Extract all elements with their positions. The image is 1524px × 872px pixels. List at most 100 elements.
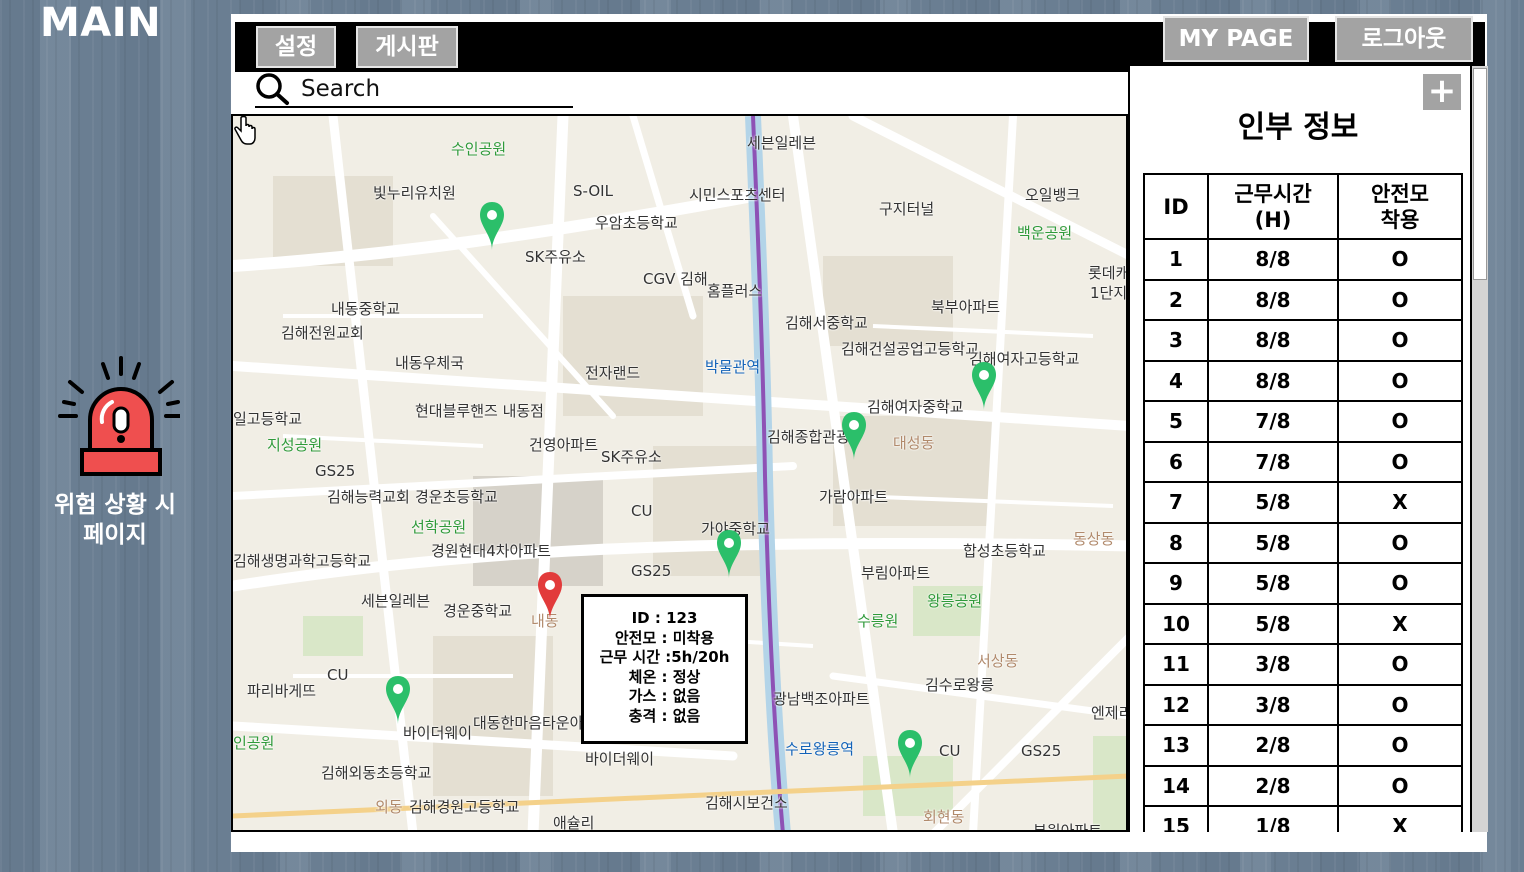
- worker-location-pin[interactable]: [841, 410, 867, 462]
- table-row[interactable]: 12 3/8 O: [1143, 683, 1463, 726]
- table-row[interactable]: 15 1/8 X: [1143, 805, 1463, 832]
- map-label: 광남백조아파트: [773, 690, 870, 708]
- search-input[interactable]: [301, 74, 561, 104]
- cell-id: 13: [1143, 724, 1209, 767]
- map-label: CU: [631, 502, 653, 520]
- table-row[interactable]: 5 7/8 O: [1143, 400, 1463, 443]
- cell-helmet: O: [1337, 400, 1463, 443]
- cell-helmet: O: [1337, 359, 1463, 402]
- map-label: 김해서중학교: [785, 314, 868, 332]
- map-label: 애슐리: [553, 814, 595, 832]
- table-row[interactable]: 9 5/8 O: [1143, 562, 1463, 605]
- map-label: 일고등학교: [233, 410, 303, 428]
- worker-info-popup: ID : 123 안전모 : 미착용 근무 시간 :5h/20h 체온 : 정상…: [581, 594, 748, 744]
- table-row[interactable]: 10 5/8 X: [1143, 602, 1463, 645]
- popup-helmet-status: 안전모 : 미착용: [614, 628, 715, 647]
- cell-work-hours: 8/8: [1207, 238, 1339, 281]
- map-label: 내동우체국: [395, 354, 465, 372]
- map-label: 바이더웨이: [403, 724, 473, 742]
- cell-id: 14: [1143, 764, 1209, 807]
- table-row[interactable]: 13 2/8 O: [1143, 724, 1463, 767]
- panel-title: 인부 정보: [1237, 110, 1359, 145]
- map-label: S-OIL: [573, 182, 613, 200]
- map-label: 왕릉공원: [927, 592, 983, 610]
- cell-id: 9: [1143, 562, 1209, 605]
- cell-work-hours: 8/8: [1207, 278, 1339, 321]
- my-page-button[interactable]: MY PAGE: [1163, 16, 1309, 62]
- map-label: 부림아파트: [861, 564, 931, 582]
- map-label: SK주유소: [525, 248, 586, 266]
- map-label: 김해건설공업고등학교: [841, 340, 980, 358]
- worker-table: ID 근무시간 (H) 안전모 착용 1 8/8 O 2 8/8 O 3 8/8 O 4 8/8 O 5…: [1143, 173, 1463, 832]
- table-row[interactable]: 1 8/8 O: [1143, 238, 1463, 281]
- map-label: 건영아파트: [529, 436, 599, 454]
- map-label: 수인공원: [451, 140, 507, 158]
- table-row[interactable]: 8 5/8 O: [1143, 521, 1463, 564]
- table-row[interactable]: 14 2/8 O: [1143, 764, 1463, 807]
- scrollbar-thumb[interactable]: [1473, 68, 1487, 280]
- danger-page-label: 위험 상황 시 페이지: [54, 492, 176, 548]
- map-label: GS25: [315, 462, 356, 480]
- app-window: 설정 게시판 MY PAGE 로그아웃 Search 수인공원 세븐일레븐 빛누…: [231, 14, 1488, 852]
- settings-button[interactable]: 설정: [256, 26, 336, 68]
- map-label: 빛누리유치원: [373, 184, 456, 202]
- cell-helmet: O: [1337, 724, 1463, 767]
- cell-helmet: O: [1337, 238, 1463, 281]
- map-label: 박물관역: [705, 358, 761, 376]
- map-label: 엔제리: [1091, 704, 1126, 722]
- cell-id: 4: [1143, 359, 1209, 402]
- column-header-helmet: 안전모 착용: [1337, 173, 1463, 240]
- cell-helmet: O: [1337, 440, 1463, 483]
- map-label: 선학공원: [411, 518, 467, 536]
- danger-page-link[interactable]: 위험 상황 시 페이지: [40, 350, 190, 560]
- selected-worker-pin[interactable]: [537, 570, 563, 622]
- hand-cursor-icon: [234, 116, 256, 145]
- table-row[interactable]: 3 8/8 O: [1143, 319, 1463, 362]
- worker-location-pin[interactable]: [385, 674, 411, 726]
- search-icon[interactable]: [255, 72, 291, 106]
- map-label: 김해생명과학고등학교: [233, 552, 372, 570]
- map-label: 파리바게뜨: [247, 682, 317, 700]
- cell-id: 12: [1143, 683, 1209, 726]
- cell-work-hours: 8/8: [1207, 359, 1339, 402]
- map-label: 롯데캐: [1088, 264, 1128, 282]
- map-label: 김수로왕릉: [925, 676, 995, 694]
- map-label: 김해시보건소: [705, 794, 788, 812]
- cell-id: 5: [1143, 400, 1209, 443]
- map-label: 오일뱅크: [1025, 186, 1081, 204]
- map-label: 김해능력교회: [327, 488, 410, 506]
- map-label: 내동중학교: [331, 300, 401, 318]
- cell-id: 15: [1143, 805, 1209, 832]
- cell-helmet: O: [1337, 521, 1463, 564]
- board-button[interactable]: 게시판: [356, 26, 458, 68]
- map-view[interactable]: 수인공원 세븐일레븐 빛누리유치원 S-OIL 우암초등학교 시민스포츠센터 구…: [231, 114, 1128, 832]
- worker-location-pin[interactable]: [716, 528, 742, 580]
- map-label: CU: [327, 666, 349, 684]
- map-label: 서상동: [977, 652, 1019, 670]
- cell-id: 11: [1143, 643, 1209, 686]
- map-label: GS25: [1021, 742, 1062, 760]
- worker-location-pin[interactable]: [479, 200, 505, 252]
- map-label: 백운공원: [1017, 224, 1073, 242]
- worker-location-pin[interactable]: [897, 728, 923, 780]
- map-label: CGV 김해: [643, 270, 708, 288]
- table-row[interactable]: 7 5/8 X: [1143, 481, 1463, 524]
- table-row[interactable]: 11 3/8 O: [1143, 643, 1463, 686]
- map-label: 김해종합관광: [767, 428, 850, 446]
- map-label: 가람아파트: [819, 488, 889, 506]
- table-row[interactable]: 2 8/8 O: [1143, 278, 1463, 321]
- panel-scrollbar[interactable]: [1470, 66, 1488, 832]
- brand-title: MAIN: [40, 0, 162, 46]
- cell-work-hours: 5/8: [1207, 602, 1339, 645]
- table-row[interactable]: 6 7/8 O: [1143, 440, 1463, 483]
- map-label: 현대블루핸즈 내동점: [415, 402, 544, 420]
- cell-helmet: X: [1337, 481, 1463, 524]
- cell-helmet: O: [1337, 278, 1463, 321]
- map-label: 세븐일레븐: [361, 592, 431, 610]
- logout-button[interactable]: 로그아웃: [1335, 16, 1473, 62]
- search-bar: [255, 72, 573, 108]
- map-label: GS25: [631, 562, 672, 580]
- popup-work-time: 근무 시간 :5h/20h: [599, 648, 730, 666]
- table-row[interactable]: 4 8/8 O: [1143, 359, 1463, 402]
- worker-location-pin[interactable]: [971, 360, 997, 412]
